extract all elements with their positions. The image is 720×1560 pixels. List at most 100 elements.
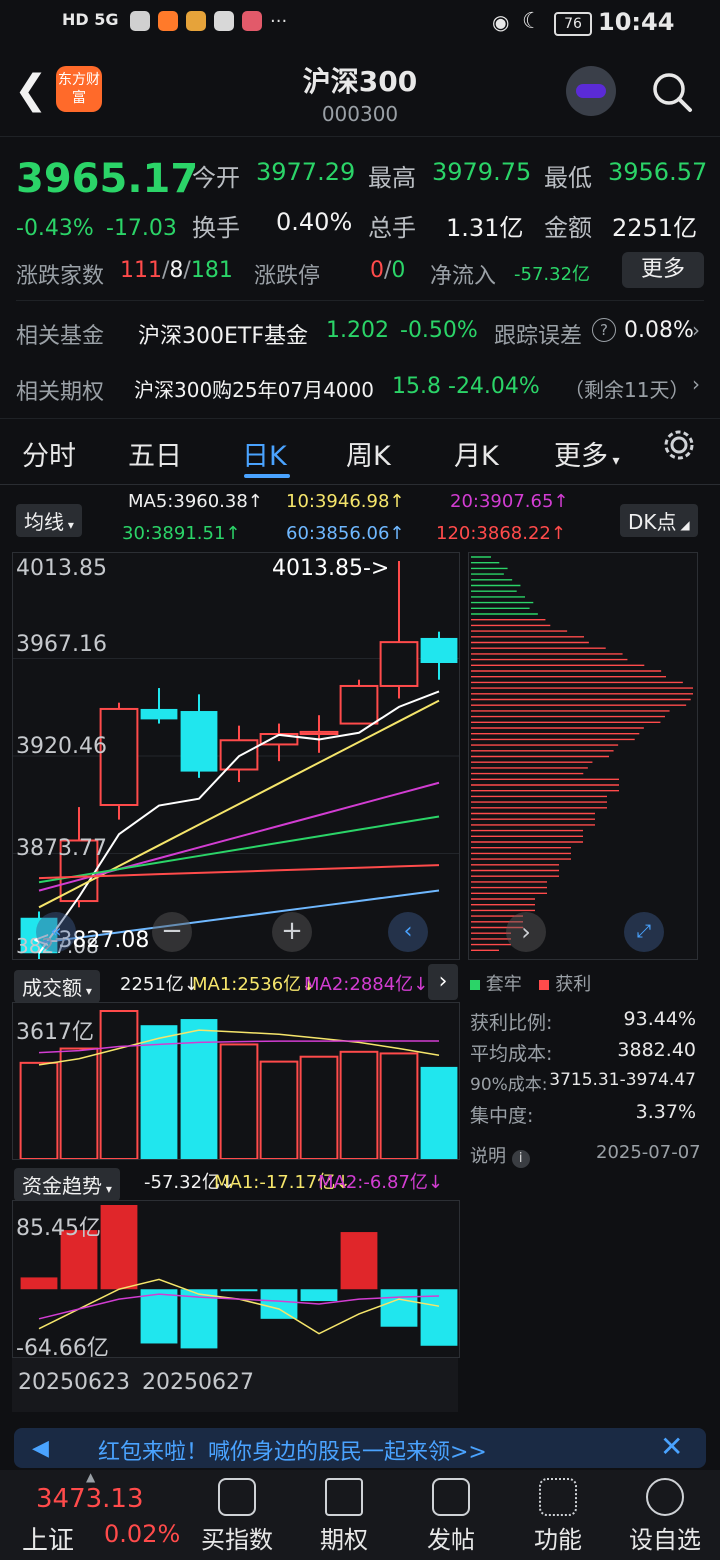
date-label-2: 20250627: [142, 1370, 254, 1395]
open-value: 3977.29: [256, 158, 356, 186]
zoom-out-icon[interactable]: −: [152, 912, 192, 952]
expand-indicator-icon[interactable]: ›: [428, 964, 458, 1000]
tab-five-day[interactable]: 五日: [128, 434, 182, 473]
tab-daily-k[interactable]: 日K: [242, 434, 287, 473]
nav-functions[interactable]: 功能: [503, 1478, 613, 1555]
assistant-robot-icon[interactable]: [566, 66, 616, 116]
chevron-right-icon[interactable]: ›: [692, 318, 700, 342]
chip-legend: 套牢 获利: [470, 970, 591, 996]
fund-flow-bar: [140, 1289, 178, 1344]
low-value: 3956.57: [608, 158, 708, 186]
candle-body: [219, 739, 259, 771]
expand-icon[interactable]: ⤢: [624, 912, 664, 952]
turnover-label: 换手: [192, 214, 240, 242]
volume-selector[interactable]: 成交额 ▾: [14, 970, 100, 1003]
zoom-in-icon[interactable]: +: [272, 912, 312, 952]
inflow-label: 净流入: [430, 264, 497, 289]
prev-icon[interactable]: ‹: [388, 912, 428, 952]
y-label-top: 4013.85: [16, 556, 107, 581]
eye-icon: ◉: [492, 10, 510, 34]
candle-body: [299, 730, 339, 736]
app-icon: [242, 11, 262, 31]
volume-bar: [59, 1047, 99, 1160]
nav-post[interactable]: 发帖: [396, 1478, 506, 1555]
ma10-value: 10:3946.98↑: [286, 491, 405, 512]
fund-flow-bar: [340, 1232, 378, 1290]
volume-ma2: MA2:2884亿↓: [304, 974, 429, 995]
fund-flow-bar: [420, 1289, 458, 1346]
clock: 10:44: [598, 8, 675, 36]
qq-icon: [214, 11, 234, 31]
ma60-value: 60:3856.06↑: [286, 523, 405, 544]
scroll-left-icon[interactable]: «: [36, 912, 76, 952]
more-button[interactable]: 更多: [622, 252, 704, 288]
y-label-2: 3967.16: [16, 632, 107, 657]
fund-ma2: MA2:-6.87亿↓: [318, 1172, 444, 1193]
related-option-name[interactable]: 沪深300购25年07月4000: [134, 374, 374, 403]
help-icon[interactable]: ?: [592, 318, 616, 342]
change-amount: -17.03: [106, 216, 177, 241]
promo-banner[interactable]: ◀ 红包来啦！喊你身边的股民一起来领>> ✕: [14, 1428, 706, 1468]
ma5-value: MA5:3960.38↑: [128, 491, 263, 512]
chip-note[interactable]: 说明 i: [470, 1142, 530, 1168]
status-bar: HD 5G ··· ◉ ☾ 76 10:44: [0, 0, 720, 44]
active-tab-indicator: [244, 474, 290, 478]
more-icon: ···: [270, 11, 288, 32]
fund-flow-bar: [260, 1289, 298, 1319]
open-label: 今开: [192, 164, 240, 192]
fund-flow-bar: [300, 1289, 338, 1302]
turnover-value: 0.40%: [276, 208, 353, 236]
volume-bar: [299, 1055, 339, 1160]
candle-body: [420, 637, 458, 664]
tab-monthly-k[interactable]: 月K: [454, 434, 499, 473]
related-fund-price: 1.202: [326, 318, 389, 343]
volume-bar: [339, 1050, 379, 1160]
dk-point-button[interactable]: DK点 ◢: [620, 504, 698, 537]
related-fund-name[interactable]: 沪深300ETF基金: [138, 318, 308, 350]
amount-value: 2251亿: [612, 214, 698, 242]
limit-label: 涨跌停: [254, 264, 321, 289]
nav-buy-index[interactable]: 买指数: [182, 1478, 292, 1555]
volume-value-label: 2251亿↓: [120, 974, 199, 995]
close-icon[interactable]: ✕: [660, 1430, 683, 1463]
tab-intraday[interactable]: 分时: [22, 434, 76, 473]
status-left-text: HD 5G: [62, 10, 119, 29]
fund-flow-bar: [100, 1205, 138, 1290]
fund-y-top: 85.45亿: [16, 1216, 101, 1241]
fund-trend-selector[interactable]: 资金趋势 ▾: [14, 1168, 120, 1201]
option-days-left: （剩余11天）: [564, 378, 690, 402]
tab-weekly-k[interactable]: 周K: [346, 434, 391, 473]
chip-distribution-chart: [471, 556, 693, 951]
limit-values: 0/0: [370, 258, 406, 283]
index-change: 0.02%: [104, 1520, 181, 1548]
search-icon[interactable]: [650, 70, 694, 114]
tab-more[interactable]: 更多 ▾: [554, 434, 619, 473]
nav-options[interactable]: 期权: [289, 1478, 399, 1555]
chevron-right-icon[interactable]: ›: [692, 372, 700, 396]
related-fund-change: -0.50%: [400, 318, 478, 343]
index-name[interactable]: 上证: [22, 1520, 74, 1557]
related-fund-label: 相关基金: [16, 324, 105, 349]
gear-icon[interactable]: [662, 428, 696, 469]
nav-add-watchlist[interactable]: 设自选: [610, 1478, 720, 1555]
candle-body: [140, 708, 178, 720]
related-option-change: -24.04%: [448, 374, 540, 399]
ma-selector[interactable]: 均线 ▾: [16, 504, 82, 537]
y-label-3: 3920.46: [16, 734, 107, 759]
ma20-value: 20:3907.65↑: [450, 491, 569, 512]
high-value: 3979.75: [432, 158, 532, 186]
chip-next-icon[interactable]: ›: [506, 912, 546, 952]
edit-icon: [432, 1478, 470, 1516]
fund-flow-bar: [20, 1277, 58, 1290]
candle-body: [180, 711, 218, 772]
last-price: 3965.17: [16, 156, 199, 202]
index-value[interactable]: 3473.13: [36, 1484, 144, 1514]
fund-ma1-line: [38, 1278, 440, 1335]
chip-stats: 获利比例: 93.44% 平均成本: 3882.40 90%成本: 3715.31-3…: [470, 1008, 696, 1127]
y-label-4: 3873.77: [16, 836, 107, 861]
stock-code: 000300: [321, 102, 399, 126]
caret-up-icon: ▲: [86, 1470, 96, 1484]
megaphone-icon: ◀: [32, 1436, 49, 1461]
volume-bar: [420, 1066, 458, 1159]
volume-bar: [19, 1061, 59, 1160]
